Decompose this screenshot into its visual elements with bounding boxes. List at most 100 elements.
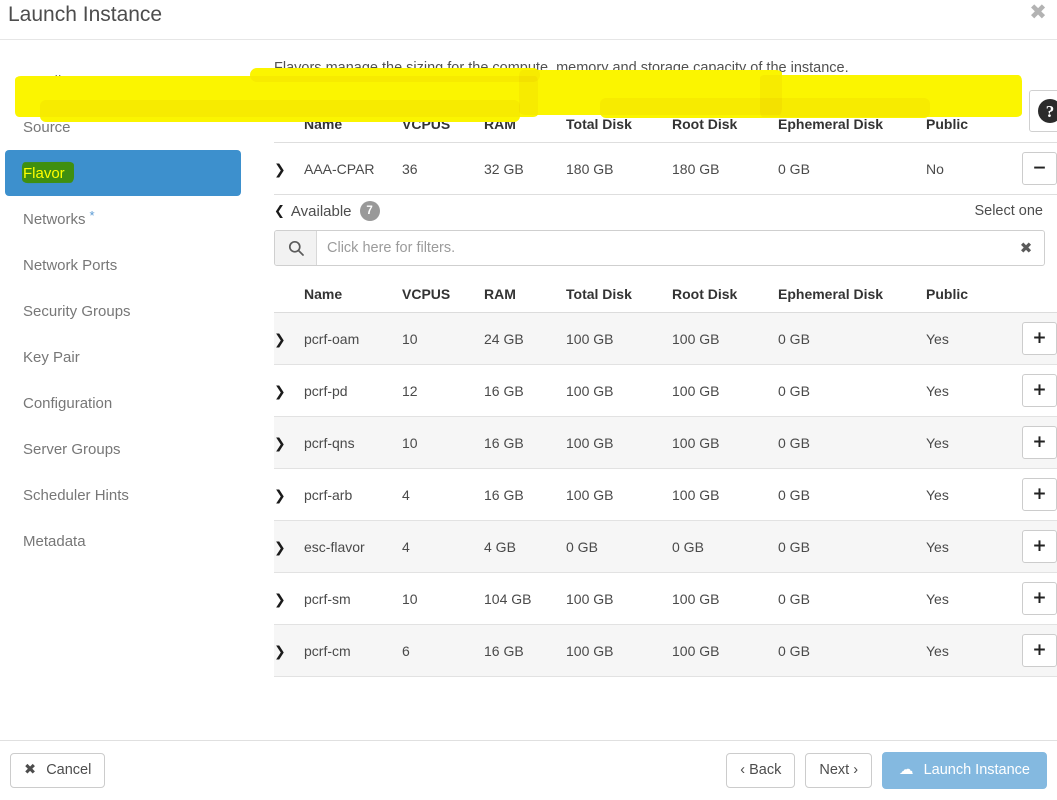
step-description: Flavors manage the sizing for the comput… [274, 58, 1045, 78]
chevron-right-icon[interactable]: ❯ [274, 163, 286, 177]
cell-vcpus: 4 [402, 521, 484, 573]
cell-vcpus: 4 [402, 469, 484, 521]
sidebar-item-details[interactable]: Details [5, 58, 241, 104]
next-button[interactable]: Next › [805, 753, 872, 788]
allocate-flavor-button[interactable]: + [1022, 426, 1057, 459]
chevron-down-icon[interactable]: ❮ [274, 204, 285, 219]
cell-name: pcrf-sm [304, 573, 402, 625]
sidebar-item-label: Key Pair [23, 349, 80, 366]
table-row[interactable]: ❯ esc-flavor 4 4 GB 0 GB 0 GB 0 GB Yes + [274, 521, 1057, 573]
available-rows: ❯ pcrf-oam 10 24 GB 100 GB 100 GB 0 GB Y… [274, 313, 1057, 677]
back-button[interactable]: ‹ Back [726, 753, 795, 788]
cell-ephemeral-disk: 0 GB [778, 573, 926, 625]
available-label: Available [291, 203, 352, 220]
cell-root-disk: 100 GB [672, 365, 778, 417]
col-public: Public [926, 282, 1022, 313]
table-row[interactable]: ❯ AAA-CPAR 36 32 GB 180 GB 180 GB 0 GB N… [274, 143, 1057, 195]
close-icon: ✖ [24, 762, 36, 778]
cell-name: pcrf-arb [304, 469, 402, 521]
available-flavors-table: Name VCPUS RAM Total Disk Root Disk Ephe… [274, 282, 1057, 677]
cell-root-disk: 0 GB [672, 521, 778, 573]
cell-public: Yes [926, 521, 1022, 573]
row-expand-cell: ❯ [274, 469, 304, 521]
cell-ram: 16 GB [484, 417, 566, 469]
row-expand-cell: ❯ [274, 143, 304, 195]
cell-public: No [926, 143, 1022, 195]
table-row[interactable]: ❯ pcrf-sm 10 104 GB 100 GB 100 GB 0 GB Y… [274, 573, 1057, 625]
row-expand-cell: ❯ [274, 625, 304, 677]
row-expand-cell: ❯ [274, 573, 304, 625]
launch-instance-button[interactable]: ☁ Launch Instance [882, 752, 1047, 789]
search-icon[interactable] [275, 231, 317, 265]
allocated-flavors-table: Name VCPUS RAM Total Disk Root Disk Ephe… [274, 112, 1057, 195]
cell-root-disk: 100 GB [672, 417, 778, 469]
col-ephemeral-disk: Ephemeral Disk [778, 112, 926, 143]
allocate-flavor-button[interactable]: + [1022, 582, 1057, 615]
cloud-icon: ☁ [899, 762, 914, 778]
cell-ephemeral-disk: 0 GB [778, 625, 926, 677]
allocate-flavor-button[interactable]: + [1022, 322, 1057, 355]
sidebar-item-flavor[interactable]: Flavor [5, 150, 241, 196]
help-button[interactable]: ? [1029, 90, 1057, 132]
cell-ephemeral-disk: 0 GB [778, 365, 926, 417]
chevron-right-icon[interactable]: ❯ [274, 541, 286, 555]
col-root-disk: Root Disk [672, 112, 778, 143]
col-total-disk: Total Disk [566, 282, 672, 313]
close-icon[interactable]: ✖ [1027, 0, 1049, 24]
sidebar-item-networks[interactable]: Networks * [5, 196, 241, 242]
filter-input[interactable] [317, 231, 1008, 265]
chevron-right-icon[interactable]: ❯ [274, 437, 286, 451]
sidebar-item-network-ports[interactable]: Network Ports [5, 242, 241, 288]
launch-instance-modal: Launch Instance ✖ Details Source Flavor … [0, 0, 1057, 800]
allocate-flavor-button[interactable]: + [1022, 374, 1057, 407]
table-row[interactable]: ❯ pcrf-qns 10 16 GB 100 GB 100 GB 0 GB Y… [274, 417, 1057, 469]
table-row[interactable]: ❯ pcrf-arb 4 16 GB 100 GB 100 GB 0 GB Ye… [274, 469, 1057, 521]
cancel-button[interactable]: ✖ Cancel [10, 753, 105, 788]
sidebar-item-security-groups[interactable]: Security Groups [5, 288, 241, 334]
row-expand-cell: ❯ [274, 313, 304, 365]
sidebar-item-source[interactable]: Source [5, 104, 241, 150]
chevron-right-icon[interactable]: ❯ [274, 645, 286, 659]
cell-ephemeral-disk: 0 GB [778, 313, 926, 365]
cell-public: Yes [926, 625, 1022, 677]
allocate-flavor-button[interactable]: + [1022, 634, 1057, 667]
row-expand-cell: ❯ [274, 365, 304, 417]
col-expand [274, 112, 304, 143]
col-total-disk: Total Disk [566, 112, 672, 143]
chevron-right-icon[interactable]: ❯ [274, 593, 286, 607]
col-name: Name [304, 282, 402, 313]
sidebar-item-key-pair[interactable]: Key Pair [5, 334, 241, 380]
table-row[interactable]: ❯ pcrf-cm 6 16 GB 100 GB 100 GB 0 GB Yes… [274, 625, 1057, 677]
chevron-right-icon[interactable]: ❯ [274, 489, 286, 503]
cell-action: + [1022, 625, 1057, 677]
cell-total-disk: 100 GB [566, 417, 672, 469]
cell-action: + [1022, 313, 1057, 365]
col-public: Public [926, 112, 1022, 143]
sidebar-item-metadata[interactable]: Metadata [5, 518, 241, 564]
chevron-right-icon[interactable]: ❯ [274, 333, 286, 347]
cell-vcpus: 10 [402, 313, 484, 365]
table-row[interactable]: ❯ pcrf-oam 10 24 GB 100 GB 100 GB 0 GB Y… [274, 313, 1057, 365]
sidebar-item-server-groups[interactable]: Server Groups [5, 426, 241, 472]
allocate-flavor-button[interactable]: + [1022, 530, 1057, 563]
clear-filter-icon[interactable]: ✖ [1008, 231, 1044, 265]
chevron-right-icon[interactable]: ❯ [274, 385, 286, 399]
sidebar-item-label: Source [23, 119, 71, 136]
sidebar-item-configuration[interactable]: Configuration [5, 380, 241, 426]
cell-ram: 16 GB [484, 469, 566, 521]
cell-public: Yes [926, 313, 1022, 365]
col-action [1022, 282, 1057, 313]
cell-name: pcrf-cm [304, 625, 402, 677]
cell-action: + [1022, 573, 1057, 625]
cell-action: + [1022, 469, 1057, 521]
sidebar-item-scheduler-hints[interactable]: Scheduler Hints [5, 472, 241, 518]
cell-public: Yes [926, 573, 1022, 625]
cell-ephemeral-disk: 0 GB [778, 417, 926, 469]
deallocate-flavor-button[interactable]: − [1022, 152, 1057, 185]
available-section-header: ❮ Available 7 Select one [274, 201, 1045, 221]
allocate-flavor-button[interactable]: + [1022, 478, 1057, 511]
table-row[interactable]: ❯ pcrf-pd 12 16 GB 100 GB 100 GB 0 GB Ye… [274, 365, 1057, 417]
modal-body: Details Source Flavor Networks * Network… [0, 40, 1057, 740]
sidebar-item-label: Flavor [23, 165, 65, 182]
cell-name: AAA-CPAR [304, 143, 402, 195]
